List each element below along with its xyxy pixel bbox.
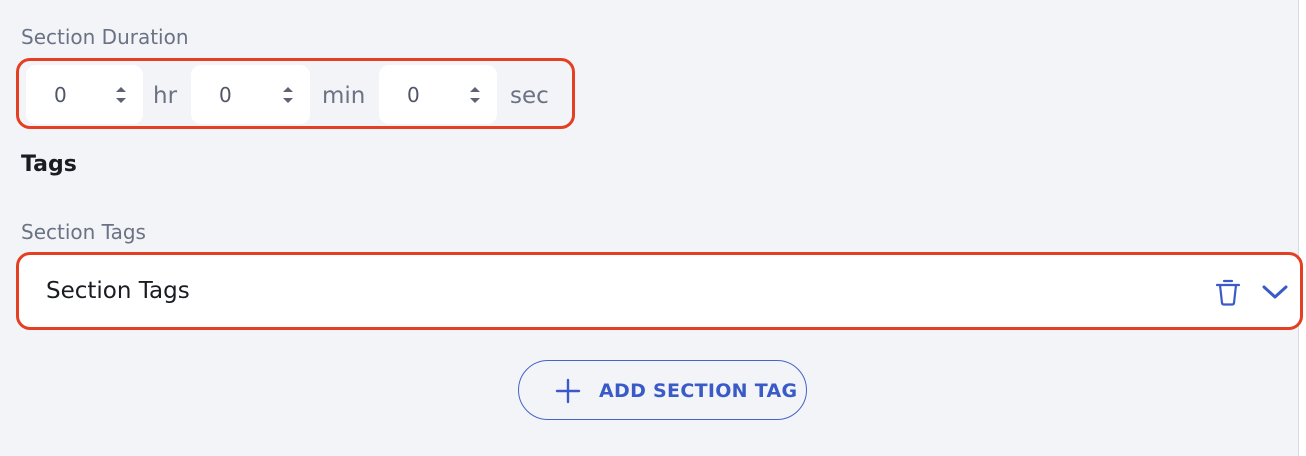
minutes-unit: min <box>322 83 366 109</box>
duration-input-group: 0 hr 0 min 0 sec <box>16 58 575 129</box>
section-tags-value: Section Tags <box>46 278 190 304</box>
trash-icon[interactable] <box>1214 277 1242 307</box>
add-section-tag-button[interactable]: ADD SECTION TAG <box>518 360 807 420</box>
hours-unit: hr <box>153 83 178 109</box>
minutes-stepper[interactable]: 0 <box>191 65 310 124</box>
tags-heading: Tags <box>21 152 77 177</box>
stepper-arrows-icon[interactable] <box>469 83 481 107</box>
seconds-value[interactable]: 0 <box>407 83 420 107</box>
section-tags-select[interactable]: Section Tags <box>16 252 1303 330</box>
section-duration-label: Section Duration <box>21 25 189 49</box>
stepper-arrows-icon[interactable] <box>282 83 294 107</box>
seconds-stepper[interactable]: 0 <box>379 65 497 124</box>
stepper-arrows-icon[interactable] <box>115 83 127 107</box>
section-tags-label: Section Tags <box>21 220 146 244</box>
minutes-value[interactable]: 0 <box>219 83 232 107</box>
seconds-unit: sec <box>510 83 549 109</box>
hours-stepper[interactable]: 0 <box>26 65 143 124</box>
hours-value[interactable]: 0 <box>54 83 67 107</box>
plus-icon <box>555 378 581 404</box>
add-section-tag-label: ADD SECTION TAG <box>599 380 798 402</box>
chevron-down-icon[interactable] <box>1260 281 1290 303</box>
scrollbar-track <box>1298 0 1306 456</box>
